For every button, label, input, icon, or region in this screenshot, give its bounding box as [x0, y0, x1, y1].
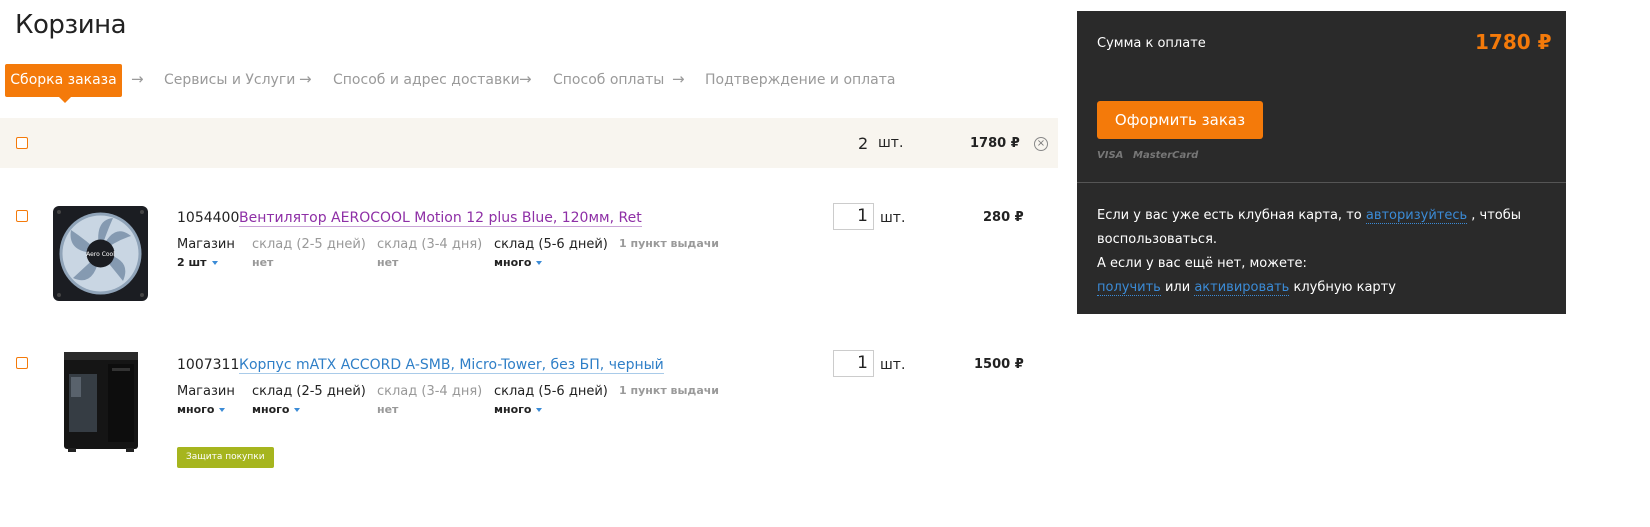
item-price: 280 ₽: [983, 210, 1024, 225]
pickup-points[interactable]: 1 пункт выдачи: [619, 237, 719, 250]
availability-label: склад (2-5 дней): [252, 384, 366, 399]
remove-all-icon[interactable]: ×: [1034, 137, 1048, 151]
place-order-button[interactable]: Оформить заказ: [1097, 101, 1263, 139]
sum-value: 1780 ₽: [1475, 30, 1552, 54]
item-price: 1500 ₽: [974, 357, 1024, 372]
pickup-points[interactable]: 1 пункт выдачи: [619, 384, 719, 397]
availability-value[interactable]: 2 шт: [177, 256, 218, 269]
checkout-panel: Сумма к оплате 1780 ₽ Оформить заказ VIS…: [1077, 11, 1566, 314]
sum-label: Сумма к оплате: [1097, 36, 1206, 51]
quantity-unit: шт.: [880, 357, 906, 373]
availability-value: нет: [377, 256, 399, 269]
availability-value[interactable]: много: [252, 403, 301, 416]
summary-total: 1780 ₽: [970, 136, 1020, 151]
quantity-unit: шт.: [880, 210, 906, 226]
step-services[interactable]: Сервисы и Услуги: [164, 72, 295, 88]
purchase-protection-badge[interactable]: Защита покупки: [177, 447, 274, 468]
caret-down-icon: [219, 408, 226, 412]
quantity-input[interactable]: 1: [833, 203, 874, 230]
availability-label: склад (5-6 дней): [494, 384, 608, 399]
step-delivery[interactable]: Способ и адрес доставки: [333, 72, 520, 88]
availability-value[interactable]: много: [177, 403, 226, 416]
availability-value[interactable]: много: [494, 403, 543, 416]
step-arrow-icon: →: [131, 70, 144, 88]
product-link[interactable]: Корпус mATX ACCORD A-SMB, Micro-Tower, б…: [239, 357, 664, 374]
step-order-assembly[interactable]: Сборка заказа: [5, 64, 122, 103]
step-payment-method[interactable]: Способ оплаты: [553, 72, 664, 88]
caret-down-icon: [294, 408, 301, 412]
club-text: клубную карту: [1289, 280, 1396, 295]
authorize-link[interactable]: авторизуйтесь: [1365, 208, 1468, 224]
availability-label: склад (3-4 дня): [377, 237, 483, 252]
step-arrow-icon: →: [519, 70, 532, 88]
mastercard-icon: MasterCard: [1133, 150, 1199, 161]
availability-label: склад (2-5 дней): [252, 237, 366, 252]
item-checkbox[interactable]: [16, 357, 28, 369]
fan-icon[interactable]: Aero Cool: [53, 206, 148, 301]
club-text: или: [1160, 280, 1195, 295]
club-text: , чтобы: [1467, 208, 1522, 223]
availability-label: Магазин: [177, 237, 235, 252]
product-code: 1054400: [177, 210, 240, 226]
item-checkbox[interactable]: [16, 210, 28, 222]
availability-label: склад (3-4 дня): [377, 384, 483, 399]
select-all-checkbox[interactable]: [16, 137, 28, 149]
get-card-link[interactable]: получить: [1097, 280, 1161, 296]
cart-summary-row: 2 шт. 1780 ₽ ×: [0, 118, 1058, 168]
quantity-input[interactable]: 1: [833, 350, 874, 377]
club-text: Если у вас уже есть клубная карта, то: [1097, 208, 1366, 223]
availability-value[interactable]: много: [494, 256, 543, 269]
pc-case-icon[interactable]: [60, 350, 142, 453]
caret-down-icon: [211, 261, 218, 265]
fan-logo-text: Aero Cool: [86, 251, 115, 258]
panel-divider: [1077, 182, 1566, 183]
step-confirmation[interactable]: Подтверждение и оплата: [705, 72, 895, 88]
step-arrow-icon: →: [299, 70, 312, 88]
summary-count: 2: [858, 134, 869, 153]
availability-value: нет: [252, 256, 274, 269]
product-code: 1007311: [177, 357, 240, 373]
page-title: Корзина: [15, 10, 127, 40]
activate-card-link[interactable]: активировать: [1194, 280, 1290, 296]
club-card-info: Если у вас уже есть клубная карта, то ав…: [1097, 204, 1537, 300]
product-link[interactable]: Вентилятор AEROCOOL Motion 12 plus Blue,…: [239, 210, 642, 227]
availability-label: Магазин: [177, 384, 235, 399]
step-arrow-icon: →: [672, 70, 685, 88]
summary-unit: шт.: [878, 135, 904, 151]
availability-label: склад (5-6 дней): [494, 237, 608, 252]
club-text: А если у вас ещё нет, можете:: [1097, 256, 1307, 271]
caret-down-icon: [536, 408, 543, 412]
caret-down-icon: [536, 261, 543, 265]
availability-value: нет: [377, 403, 399, 416]
visa-icon: VISA: [1097, 150, 1124, 161]
club-text: воспользоваться.: [1097, 232, 1218, 247]
